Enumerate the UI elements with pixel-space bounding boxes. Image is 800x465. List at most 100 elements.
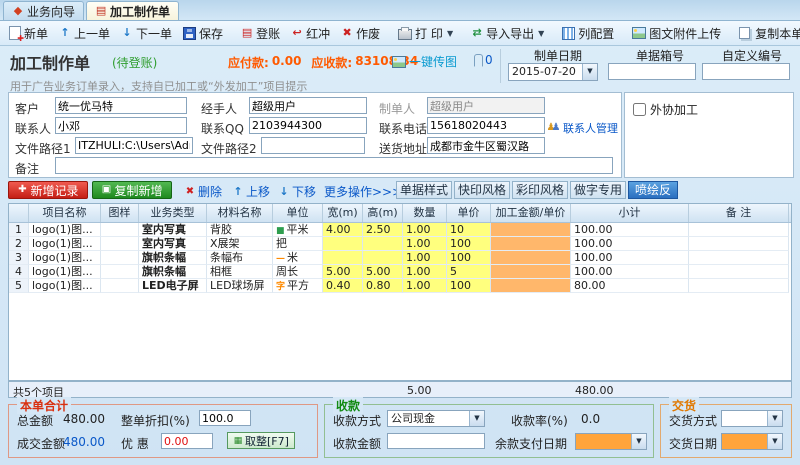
cell-width[interactable]: 0.40 bbox=[323, 279, 363, 293]
cell-material[interactable]: 相框 bbox=[207, 265, 273, 279]
handler-input[interactable] bbox=[249, 97, 367, 114]
cell-material[interactable]: 背胶 bbox=[207, 223, 273, 237]
payment-amount-input[interactable] bbox=[387, 433, 485, 449]
contact-manage-link[interactable]: 联系人管理 bbox=[563, 120, 618, 136]
cell-image[interactable] bbox=[101, 223, 139, 237]
cell-idx[interactable]: 1 bbox=[9, 223, 29, 237]
order-date-select[interactable]: 2015-07-20 ▼ bbox=[508, 63, 598, 81]
cell-price[interactable]: 100 bbox=[447, 251, 491, 265]
toolbar-print-button[interactable]: 打 印 ▼ bbox=[393, 22, 458, 45]
cell-unit[interactable]: 字平方 bbox=[273, 279, 323, 293]
toolbar-redflush-button[interactable]: ↩ 红冲 bbox=[286, 22, 335, 45]
off-input[interactable] bbox=[161, 433, 213, 449]
style-quickprint-button[interactable]: 快印风格 bbox=[454, 181, 510, 199]
toolbar-save-button[interactable]: 保存 bbox=[178, 22, 228, 45]
quick-upload-link[interactable]: 一键传图 bbox=[392, 53, 457, 70]
cell-note[interactable] bbox=[689, 223, 789, 237]
customer-input[interactable] bbox=[55, 97, 187, 114]
cell-subtotal[interactable]: 100.00 bbox=[571, 237, 689, 251]
cell-material[interactable]: 条幅布 bbox=[207, 251, 273, 265]
cell-height[interactable] bbox=[363, 237, 403, 251]
cell-subtotal[interactable]: 100.00 bbox=[571, 223, 689, 237]
column-header-qty[interactable]: 数量 bbox=[403, 204, 447, 222]
cell-qty[interactable]: 1.00 bbox=[403, 237, 447, 251]
cell-type[interactable]: 室内写真 bbox=[139, 237, 207, 251]
cell-qty[interactable]: 1.00 bbox=[403, 265, 447, 279]
cell-unit[interactable]: 把 bbox=[273, 237, 323, 251]
cell-fee[interactable] bbox=[491, 265, 571, 279]
cell-unit[interactable]: 周长 bbox=[273, 265, 323, 279]
delivery-address-input[interactable] bbox=[427, 137, 545, 154]
payment-method-select[interactable]: 公司现金 ▼ bbox=[387, 410, 485, 427]
cell-fee[interactable] bbox=[491, 237, 571, 251]
cell-unit[interactable]: — 米 bbox=[273, 251, 323, 265]
cell-note[interactable] bbox=[689, 237, 789, 251]
style-colorprint-button[interactable]: 彩印风格 bbox=[512, 181, 568, 199]
cell-image[interactable] bbox=[101, 265, 139, 279]
cell-width[interactable] bbox=[323, 251, 363, 265]
column-header-price[interactable]: 单价 bbox=[447, 204, 491, 222]
cell-type[interactable]: 旗帜条幅 bbox=[139, 265, 207, 279]
file-path1-input[interactable] bbox=[75, 137, 193, 154]
move-down-link[interactable]: ↓ 下移 bbox=[278, 183, 316, 200]
column-header-material[interactable]: 材料名称 bbox=[207, 204, 273, 222]
cell-name[interactable]: logo(1)图... bbox=[29, 251, 101, 265]
copy-add-button[interactable]: ▣ 复制新增 bbox=[92, 181, 172, 199]
toolbar-new-button[interactable]: 新单 bbox=[4, 22, 53, 45]
box-number-input[interactable] bbox=[608, 63, 696, 80]
table-row[interactable]: 4 logo(1)图... 旗帜条幅 相框 周长 5.00 5.00 1.00 5 100.00 bbox=[9, 265, 791, 279]
cell-height[interactable]: 2.50 bbox=[363, 223, 403, 237]
table-row[interactable]: 2 logo(1)图... 室内写真 X展架把 1.00 100 100.00 bbox=[9, 237, 791, 251]
cell-image[interactable] bbox=[101, 279, 139, 293]
toolbar-attachment-upload-button[interactable]: 图文附件上传 bbox=[627, 22, 726, 45]
cell-width[interactable] bbox=[323, 237, 363, 251]
column-header-image[interactable]: 图样 bbox=[101, 204, 139, 222]
cell-note[interactable] bbox=[689, 265, 789, 279]
cell-type[interactable]: 室内写真 bbox=[139, 223, 207, 237]
note-input[interactable] bbox=[55, 157, 613, 174]
phone-input[interactable] bbox=[427, 117, 545, 134]
delivery-date-select[interactable]: ▼ bbox=[721, 433, 783, 450]
move-up-link[interactable]: ↑ 上移 bbox=[232, 183, 270, 200]
cell-note[interactable] bbox=[689, 279, 789, 293]
toolbar-next-button[interactable]: ↓ 下一单 bbox=[116, 22, 177, 45]
cell-name[interactable]: logo(1)图... bbox=[29, 237, 101, 251]
cell-width[interactable]: 4.00 bbox=[323, 223, 363, 237]
cell-price[interactable]: 100 bbox=[447, 279, 491, 293]
style-lettering-button[interactable]: 做字专用 bbox=[570, 181, 626, 199]
discount-input[interactable] bbox=[199, 410, 251, 426]
delete-link[interactable]: ✖ 删除 bbox=[184, 183, 222, 200]
more-actions-link[interactable]: 更多操作>>> bbox=[324, 183, 402, 200]
column-header-note[interactable]: 备 注 bbox=[689, 204, 789, 222]
attachment-count[interactable]: 0 bbox=[474, 53, 493, 67]
delivery-method-select[interactable]: ▼ bbox=[721, 410, 783, 427]
table-row[interactable]: 1 logo(1)图... 室内写真 背胶 ■ 平米 4.00 2.50 1.00 10 100.0… bbox=[9, 223, 791, 237]
cell-fee[interactable] bbox=[491, 223, 571, 237]
cell-price[interactable]: 10 bbox=[447, 223, 491, 237]
table-row[interactable]: 5 logo(1)图... LED电子屏 LED球场屏字平方 0.40 0.80 1.00 1… bbox=[9, 279, 791, 293]
round-button[interactable]: ▦ 取整[F7] bbox=[227, 432, 295, 449]
cell-material[interactable]: X展架 bbox=[207, 237, 273, 251]
column-header-fee[interactable]: 加工金额/单价 bbox=[491, 204, 571, 222]
cell-qty[interactable]: 1.00 bbox=[403, 279, 447, 293]
style-doc-button[interactable]: 单据样式 bbox=[396, 181, 452, 199]
tab-business-wizard[interactable]: ◆ 业务向导 bbox=[3, 1, 85, 20]
tab-processing-order[interactable]: ▤ 加工制作单 bbox=[86, 1, 180, 20]
cell-idx[interactable]: 2 bbox=[9, 237, 29, 251]
cell-height[interactable] bbox=[363, 251, 403, 265]
toolbar-post-button[interactable]: ▤ 登账 bbox=[236, 22, 285, 45]
cell-idx[interactable]: 5 bbox=[9, 279, 29, 293]
qq-input[interactable] bbox=[249, 117, 367, 134]
column-header-idx[interactable] bbox=[9, 204, 29, 222]
add-record-button[interactable]: ✚ 新增记录 bbox=[8, 181, 88, 199]
custom-number-input[interactable] bbox=[702, 63, 790, 80]
cell-price[interactable]: 5 bbox=[447, 265, 491, 279]
cell-idx[interactable]: 3 bbox=[9, 251, 29, 265]
cell-image[interactable] bbox=[101, 251, 139, 265]
cell-subtotal[interactable]: 100.00 bbox=[571, 265, 689, 279]
cell-type[interactable]: 旗帜条幅 bbox=[139, 251, 207, 265]
toolbar-copy-order-button[interactable]: 复制本单 bbox=[734, 22, 800, 45]
cell-qty[interactable]: 1.00 bbox=[403, 251, 447, 265]
style-spray-button[interactable]: 喷绘反 bbox=[628, 181, 678, 199]
cell-fee[interactable] bbox=[491, 251, 571, 265]
